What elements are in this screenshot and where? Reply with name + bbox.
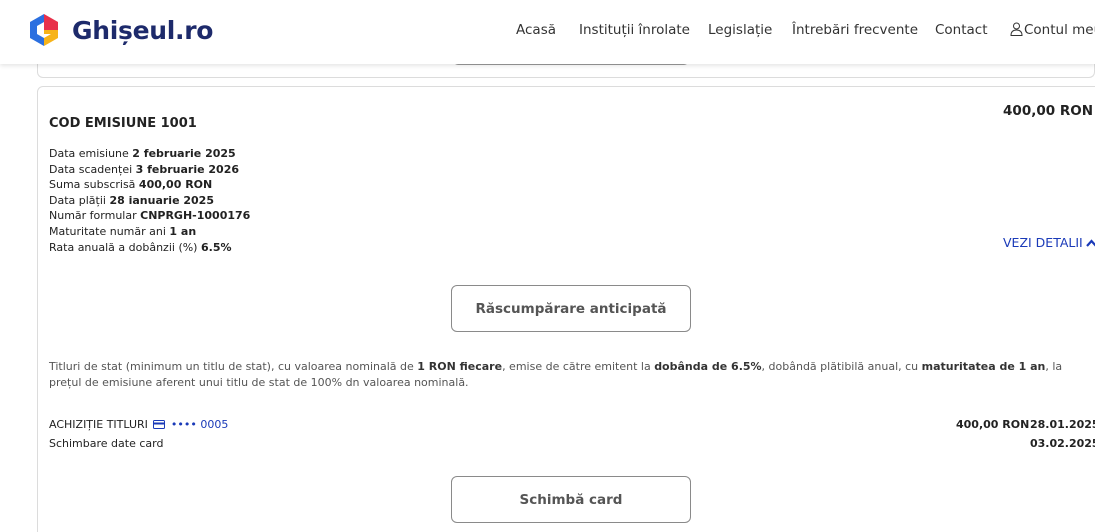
nav-contul-meu-label: Contul meu: [1024, 22, 1095, 38]
chevron-up-icon: [1085, 239, 1095, 247]
nav-intrebari[interactable]: Întrebări frecvente: [792, 22, 918, 38]
emission-description: Titluri de stat (minimum un titlu de sta…: [49, 360, 1063, 389]
detail-row: Data plății 28 ianuarie 2025: [49, 193, 214, 207]
detail-row: Data emisiune 2 februarie 2025: [49, 147, 236, 160]
transaction-sub-date: 03.02.2025: [1030, 437, 1095, 450]
detail-row: Maturitate număr ani 1 an: [49, 224, 197, 238]
details-toggle-label: VEZI DETALII: [1003, 235, 1083, 250]
site-header: Ghișeul.ro Acasă Instituții înrolate Leg…: [0, 0, 1095, 64]
emission-title: COD EMISIUNE 1001: [49, 116, 197, 131]
transaction-sub-label: Schimbare date card: [49, 437, 164, 450]
detail-row: Număr formular CNPRGH-1000176: [49, 209, 251, 223]
user-icon: [1010, 22, 1023, 36]
transaction-label: ACHIZIȚIE TITLURI •••• 0005: [49, 418, 229, 431]
change-card-button[interactable]: Schimbă card: [451, 476, 691, 523]
transaction-amount: 400,00 RON: [956, 418, 1030, 431]
nav-acasa[interactable]: Acasă: [516, 22, 556, 38]
early-redemption-button[interactable]: Răscumpărare anticipată: [451, 285, 691, 332]
nav-legislatie[interactable]: Legislație: [708, 22, 772, 38]
details-toggle-link[interactable]: VEZI DETALII: [1003, 235, 1095, 250]
main-nav: Acasă Instituții înrolate Legislație Înt…: [0, 22, 1095, 42]
emission-amount: 400,00 RON: [1003, 103, 1093, 119]
detail-row: Rata anuală a dobânzii (%) 6.5%: [49, 240, 232, 254]
nav-contul-meu[interactable]: Contul meu: [1010, 22, 1095, 38]
transaction-date: 28.01.2025: [1030, 418, 1095, 431]
emission-details: Data emisiune 2 februarie 2025 Data scad…: [49, 146, 250, 255]
nav-contact[interactable]: Contact: [935, 22, 988, 38]
nav-institutii[interactable]: Instituții înrolate: [579, 22, 690, 38]
detail-row: Data scadenței 3 februarie 2026: [49, 162, 240, 176]
detail-row: Suma subscrisă 400,00 RON: [49, 178, 213, 192]
credit-card-icon: [153, 420, 166, 429]
card-number: •••• 0005: [170, 418, 229, 431]
